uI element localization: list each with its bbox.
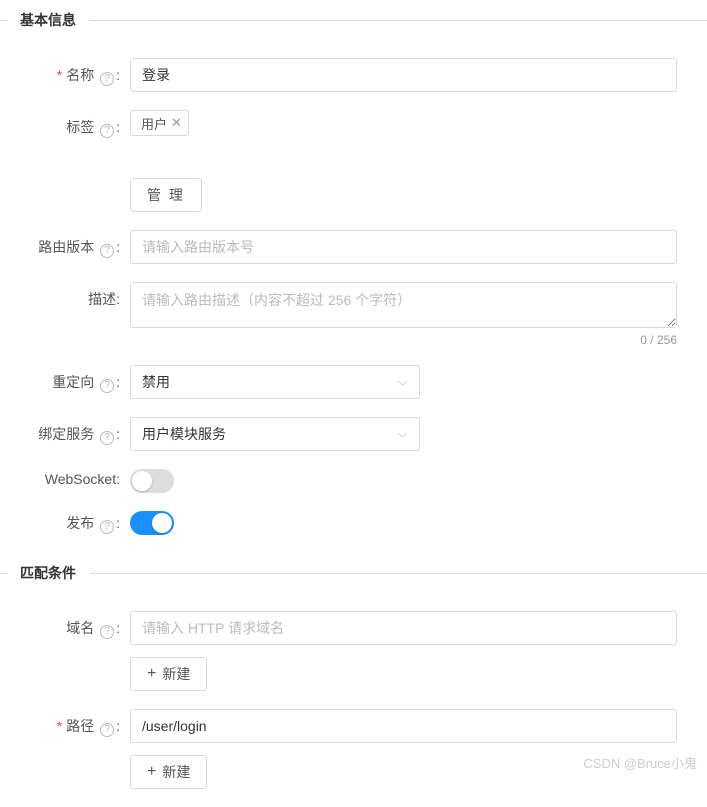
- required-mark: *: [57, 718, 62, 734]
- section-title: 匹配条件: [20, 565, 76, 581]
- label-tags: 标签 ?:: [10, 110, 130, 138]
- name-input[interactable]: [130, 58, 677, 92]
- char-count: 0 / 256: [130, 333, 677, 347]
- domain-create-button[interactable]: + 新建: [130, 657, 207, 691]
- row-bind-service: 绑定服务 ?: 用户模块服务 ⌵: [0, 417, 707, 451]
- plus-icon: +: [147, 763, 156, 781]
- help-icon[interactable]: ?: [100, 520, 114, 534]
- chevron-down-icon: ⌵: [398, 375, 407, 390]
- select-value: 禁用: [142, 372, 170, 392]
- row-route-version: 路由版本 ?:: [0, 230, 707, 264]
- label-websocket: WebSocket:: [10, 469, 130, 487]
- row-tags: 标签 ?: 用户 ✕ 管 理: [0, 110, 707, 212]
- row-path: *路径 ?: + 新建: [0, 709, 707, 789]
- tag-item[interactable]: 用户 ✕: [130, 110, 189, 136]
- help-icon[interactable]: ?: [100, 431, 114, 445]
- watermark: CSDN @Bruce小鬼: [583, 753, 697, 772]
- label-path: *路径 ?:: [10, 709, 130, 737]
- help-icon[interactable]: ?: [100, 124, 114, 138]
- help-icon[interactable]: ?: [100, 72, 114, 86]
- description-textarea[interactable]: [130, 282, 677, 328]
- row-description: 描述: 0 / 256: [0, 282, 707, 347]
- publish-toggle[interactable]: [130, 511, 174, 535]
- label-name: *名称 ?:: [10, 58, 130, 86]
- row-redirect: 重定向 ?: 禁用 ⌵: [0, 365, 707, 399]
- label-publish: 发布 ?:: [10, 511, 130, 534]
- row-name: *名称 ?:: [0, 58, 707, 92]
- close-icon[interactable]: ✕: [171, 115, 182, 131]
- path-input[interactable]: [130, 709, 677, 743]
- section-title: 基本信息: [20, 12, 76, 28]
- route-version-input[interactable]: [130, 230, 677, 264]
- plus-icon: +: [147, 665, 156, 683]
- help-icon[interactable]: ?: [100, 379, 114, 393]
- tag-label: 用户: [141, 114, 167, 133]
- label-route-version: 路由版本 ?:: [10, 230, 130, 258]
- row-websocket: WebSocket:: [0, 469, 707, 493]
- required-mark: *: [57, 67, 62, 83]
- section-basic-info: 基本信息: [0, 0, 707, 40]
- label-description: 描述:: [10, 282, 130, 309]
- label-bind-service: 绑定服务 ?:: [10, 417, 130, 445]
- label-redirect: 重定向 ?:: [10, 365, 130, 393]
- websocket-toggle[interactable]: [130, 469, 174, 493]
- help-icon[interactable]: ?: [100, 723, 114, 737]
- section-match-conditions: 匹配条件: [0, 553, 707, 593]
- row-publish: 发布 ?:: [0, 511, 707, 535]
- select-value: 用户模块服务: [142, 424, 226, 444]
- help-icon[interactable]: ?: [100, 625, 114, 639]
- help-icon[interactable]: ?: [100, 244, 114, 258]
- domain-input[interactable]: [130, 611, 677, 645]
- label-domain: 域名 ?:: [10, 611, 130, 639]
- redirect-select[interactable]: 禁用 ⌵: [130, 365, 420, 399]
- path-create-button[interactable]: + 新建: [130, 755, 207, 789]
- row-domain: 域名 ?: + 新建: [0, 611, 707, 691]
- manage-button[interactable]: 管 理: [130, 178, 202, 212]
- bind-service-select[interactable]: 用户模块服务 ⌵: [130, 417, 420, 451]
- chevron-down-icon: ⌵: [398, 427, 407, 442]
